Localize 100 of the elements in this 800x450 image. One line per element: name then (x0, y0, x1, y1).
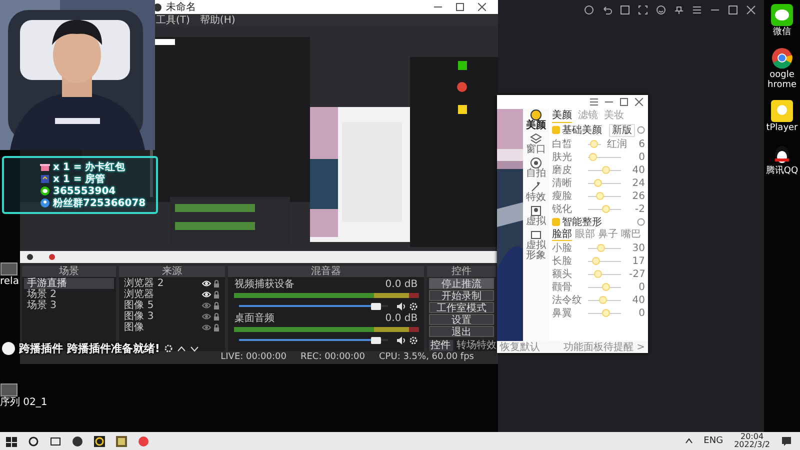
settings-icon[interactable] (164, 344, 173, 353)
browser-icon[interactable] (771, 47, 793, 69)
close-icon[interactable] (478, 3, 486, 11)
slider-thumb[interactable] (594, 179, 602, 187)
checkbox[interactable] (552, 218, 560, 226)
file-icon[interactable] (0, 383, 18, 397)
menu-icon[interactable] (692, 5, 702, 15)
layers-icon[interactable] (530, 133, 542, 145)
side-tab[interactable]: 自拍 (523, 169, 549, 179)
slider-thumb[interactable] (589, 153, 598, 161)
scene-item[interactable]: 场景 2 (24, 289, 114, 300)
speaker-icon[interactable] (396, 302, 406, 310)
menu-icon[interactable] (590, 98, 598, 106)
chevron-up-icon[interactable] (684, 438, 693, 444)
maximize-icon[interactable] (620, 98, 628, 106)
chevron-down-icon[interactable] (190, 346, 199, 352)
slider-thumb[interactable] (590, 140, 598, 148)
notification-icon[interactable] (781, 436, 792, 446)
dock-tab[interactable]: 转场特效 (454, 340, 496, 351)
slider-thumb[interactable] (592, 257, 600, 265)
portrait-icon[interactable] (530, 205, 542, 217)
side-tab[interactable]: 虚拟 (523, 217, 549, 227)
clock-date[interactable]: 2022/3/2 (734, 441, 770, 449)
settings-icon[interactable] (408, 336, 418, 344)
slider-track[interactable] (588, 140, 601, 148)
search-icon[interactable] (28, 436, 39, 446)
task-view-icon[interactable] (50, 436, 61, 446)
desktop-icon-label[interactable]: 腾讯QQ (764, 166, 800, 176)
clock-time[interactable]: 20:04 (740, 433, 764, 441)
maximize-icon[interactable] (728, 5, 738, 15)
source-item[interactable]: 浏览器 (124, 289, 200, 300)
windows-icon[interactable] (6, 436, 17, 446)
camera-icon[interactable] (530, 157, 542, 169)
input-language[interactable]: ENG (704, 436, 724, 446)
version-dropdown[interactable]: 新版 (609, 124, 635, 136)
panel-title: 来源 (119, 266, 226, 277)
screen-icon[interactable] (530, 229, 542, 241)
slider-thumb[interactable] (594, 270, 602, 278)
source-item[interactable]: 图像 5 (124, 300, 200, 311)
lock-icon[interactable] (213, 302, 220, 310)
side-tab[interactable]: 窗口 (523, 145, 549, 155)
menu-item[interactable]: 帮助(H) (200, 14, 236, 26)
menu-item[interactable]: 工具(T) (156, 14, 190, 26)
lock-icon[interactable] (213, 280, 220, 288)
app-icon[interactable] (72, 436, 83, 446)
slider-thumb[interactable] (602, 309, 610, 317)
control-button[interactable]: 退出 (428, 326, 494, 337)
slider-thumb[interactable] (370, 336, 381, 344)
lock-icon[interactable] (213, 324, 220, 332)
side-tab[interactable]: 美颜 (523, 121, 549, 131)
control-button[interactable]: 停止推流 (428, 278, 494, 289)
side-tab[interactable]: 特效 (523, 193, 549, 203)
fullscreen-icon[interactable] (638, 5, 648, 15)
help-icon[interactable] (584, 5, 594, 15)
app-icon[interactable] (94, 436, 105, 446)
scene-item[interactable]: 场景 3 (24, 300, 114, 311)
tab[interactable]: 美颜 (552, 109, 572, 123)
slider-thumb[interactable] (596, 244, 605, 252)
face-icon[interactable] (530, 109, 542, 121)
sub-tab[interactable]: 眼部 (575, 229, 595, 241)
desktop-icon-label[interactable]: 微信 (764, 27, 800, 37)
slider-thumb[interactable] (602, 283, 610, 291)
speaker-icon[interactable] (396, 336, 406, 344)
slider-thumb[interactable] (596, 192, 604, 200)
settings-icon[interactable] (408, 302, 418, 310)
file-icon[interactable] (0, 262, 18, 276)
pin-icon[interactable] (674, 5, 684, 15)
desktop-icon-label[interactable]: 序列 02_1 (0, 397, 48, 408)
undo-icon[interactable] (602, 5, 612, 15)
sub-tab[interactable]: 脸部 (552, 229, 572, 241)
lock-icon[interactable] (213, 312, 220, 320)
desktop-icon-label[interactable]: oogle hrome (764, 70, 800, 90)
close-icon[interactable] (746, 5, 756, 15)
close-icon[interactable] (635, 98, 643, 106)
scene-item[interactable]: 手游直播 (24, 278, 114, 289)
source-item[interactable]: 图像 (124, 322, 200, 333)
slider-thumb[interactable] (602, 205, 610, 213)
maximize-icon[interactable] (456, 3, 464, 11)
source-item[interactable]: 图像 3 (124, 311, 200, 322)
slider-thumb[interactable] (602, 166, 610, 174)
control-button[interactable]: 设置 (428, 314, 494, 325)
reset-icon[interactable] (637, 218, 645, 226)
control-button[interactable]: 工作室模式 (428, 302, 494, 313)
desktop-icon-label[interactable]: rela (0, 276, 19, 287)
slider-thumb[interactable] (599, 296, 608, 304)
checkbox[interactable] (552, 126, 560, 134)
side-tab[interactable]: 虚拟形象 (523, 241, 549, 261)
player-icon[interactable] (771, 100, 793, 122)
source-item[interactable]: 浏览器 2 (124, 278, 200, 289)
chat-icon[interactable] (771, 4, 793, 26)
sub-tab[interactable]: 鼻子 (598, 229, 618, 241)
magic-icon[interactable] (530, 181, 542, 193)
sub-tab[interactable]: 嘴巴 (621, 229, 641, 241)
dock-tab[interactable]: 控件 (428, 340, 453, 351)
smiley-icon[interactable] (656, 5, 666, 15)
lock-icon[interactable] (213, 290, 220, 298)
slider-thumb[interactable] (370, 302, 381, 310)
control-button[interactable]: 开始录制 (428, 290, 494, 301)
desktop-icon-label[interactable]: tPlayer (764, 123, 800, 133)
reset-icon[interactable] (637, 126, 645, 134)
